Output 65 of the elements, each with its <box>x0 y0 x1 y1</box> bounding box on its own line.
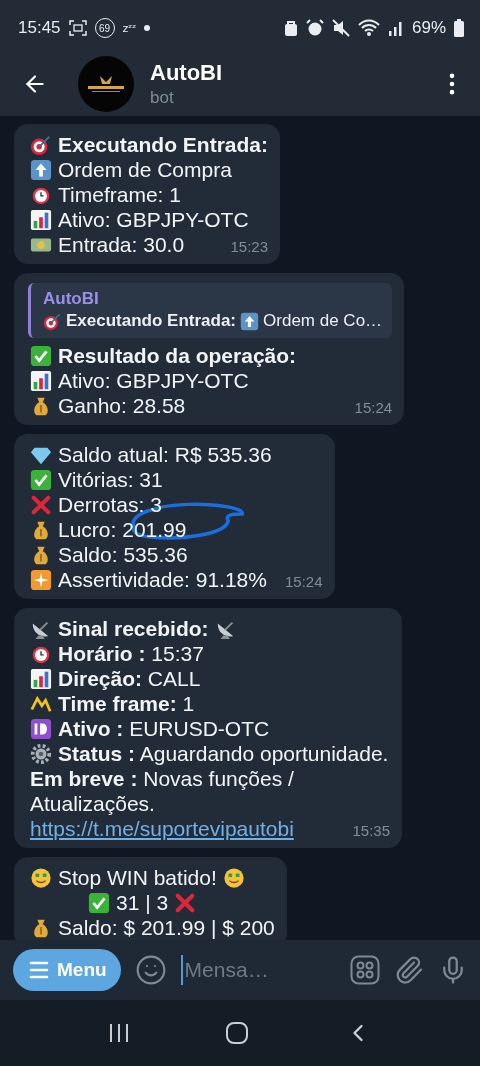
screenshot-icon <box>68 20 87 36</box>
target-icon <box>30 133 52 156</box>
home-icon[interactable] <box>225 1021 249 1045</box>
message-line: Vitórias: 31 <box>58 467 163 492</box>
message-line: Executando Entrada: <box>58 132 269 157</box>
sparkle-icon <box>30 568 52 591</box>
message-line: Saldo: $ 201.99 | $ 200 <box>58 915 275 940</box>
message-line: Direção: CALL <box>58 666 201 691</box>
message-line: Ordem de Compra <box>58 157 232 182</box>
message-line: Sinal recebido: <box>58 616 209 641</box>
message-input[interactable]: Mensa… <box>180 955 336 985</box>
message-line: 31 | 3 <box>116 890 169 915</box>
money-face-icon <box>30 866 52 889</box>
id-icon <box>30 717 52 740</box>
target-icon <box>43 311 62 331</box>
message-line: Horário : 15:37 <box>58 641 204 666</box>
message-line: Saldo: 535.36 <box>58 542 188 567</box>
battery-percent: 69% <box>411 18 446 38</box>
check-mark-icon <box>30 344 52 367</box>
message-line: Stop WIN batido! <box>58 865 217 890</box>
grid-icon[interactable] <box>350 955 380 985</box>
message-line: Ativo: GBPJPY-OTC <box>58 368 249 393</box>
gear-icon <box>30 742 52 765</box>
message-line: Ganho: 28.58 <box>58 393 186 418</box>
message-line: Assertividade: 91.18% <box>58 567 267 592</box>
message-line: Status : Aguardando oportunidade. <box>58 741 389 766</box>
reply-text: Ordem de Co… <box>263 311 383 331</box>
alarm-icon <box>305 19 324 37</box>
status-time: 15:45 <box>18 18 61 38</box>
lock-icon <box>283 19 298 37</box>
cross-mark-icon <box>174 891 197 914</box>
reply-author: AutoBI <box>43 289 100 309</box>
message-line: Ativo: GBPJPY-OTC <box>58 207 249 232</box>
mute-icon <box>331 19 350 37</box>
message-paragraph: Em breve : Novas funções / Atualizações. <box>30 766 295 816</box>
sleep-indicator: zᶻᶻ <box>122 21 137 35</box>
attach-icon[interactable] <box>394 955 424 985</box>
message-line: Timeframe: 1 <box>58 182 181 207</box>
message-line: Ativo : EURUSD-OTC <box>58 716 270 741</box>
cross-mark-icon <box>30 493 52 516</box>
message-line: Entrada: 30.0 <box>58 232 185 257</box>
signal-icon <box>387 19 404 37</box>
message-time: 15:24 <box>354 398 393 418</box>
battery-icon <box>454 19 464 37</box>
message-time: 15:23 <box>230 237 269 257</box>
message-line: Saldo atual: R$ 535.36 <box>58 442 272 467</box>
message-line: Time frame: 1 <box>58 691 195 716</box>
chat-subtitle: bot <box>150 88 175 108</box>
recent-apps-icon[interactable] <box>107 1022 130 1044</box>
bar-chart-icon <box>30 369 52 392</box>
check-mark-icon <box>88 891 110 914</box>
bar-chart-icon <box>30 208 52 231</box>
message-link[interactable]: https://t.me/suportevipautobi <box>30 816 294 841</box>
wifi-icon <box>357 19 380 37</box>
logo-icon <box>86 74 126 94</box>
message-time: 15:24 <box>284 572 323 592</box>
bar-chart-icon <box>30 667 52 690</box>
emoji-icon[interactable] <box>134 954 167 986</box>
check-mark-icon <box>30 468 52 491</box>
reply-text: Executando Entrada: <box>66 311 237 331</box>
dot-icon <box>144 25 151 31</box>
message-line: Resultado da operação: <box>58 343 297 368</box>
message-time: 15:35 <box>352 821 390 841</box>
chat-title: AutoBI <box>150 60 224 86</box>
money-face-icon <box>222 866 245 889</box>
